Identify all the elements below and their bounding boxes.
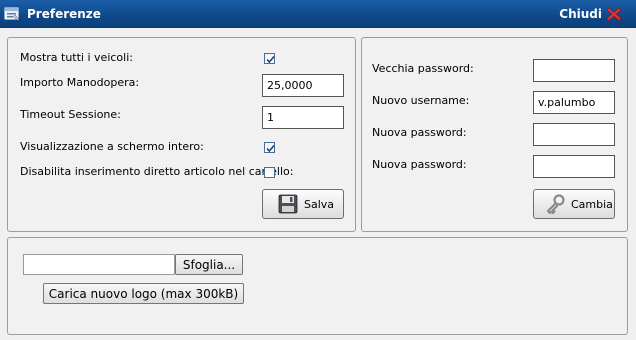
checkmark-icon [266,144,275,153]
logo-file-input[interactable] [23,254,175,275]
close-button[interactable]: Chiudi [559,6,622,22]
window-title: Preferenze [27,7,101,21]
change-button[interactable]: Cambia [533,189,615,219]
window-titlebar: Preferenze Chiudi [0,0,636,28]
new-username-label: Nuovo username: [372,94,470,107]
change-button-label: Cambia [571,197,613,211]
red-x-icon [606,7,622,21]
show-all-vehicles-label: Mostra tutti i veicoli: [20,51,133,64]
show-all-vehicles-checkbox[interactable] [264,53,275,64]
new-password-input[interactable] [533,123,615,146]
upload-logo-button[interactable]: Carica nuovo logo (max 300kB) [43,283,244,304]
session-timeout-input[interactable]: 1 [262,106,344,129]
labor-cost-input[interactable]: 25,0000 [262,74,344,97]
key-icon [546,194,565,215]
window-settings-icon [4,7,20,21]
logo-upload-panel: Sfoglia... Carica nuovo logo (max 300kB) [7,237,628,335]
browse-button[interactable]: Sfoglia... [175,254,243,275]
preferences-content: Mostra tutti i veicoli: Importo Manodope… [0,28,636,340]
confirm-password-input[interactable] [533,155,615,178]
checkmark-icon [266,55,275,64]
new-username-input[interactable]: v.palumbo [533,91,615,114]
fullscreen-label: Visualizzazione a schermo intero: [20,140,204,153]
save-button[interactable]: Salva [262,189,344,219]
confirm-password-label: Nuova password: [372,158,467,171]
old-password-input[interactable] [533,59,615,82]
labor-cost-label: Importo Manodopera: [20,76,140,89]
new-password-label: Nuova password: [372,126,467,139]
general-preferences-panel: Mostra tutti i veicoli: Importo Manodope… [7,37,356,232]
account-panel: Vecchia password: Nuovo username: v.palu… [361,37,628,232]
disable-direct-insert-label: Disabilita inserimento diretto articolo … [20,165,294,178]
floppy-disk-icon [278,194,298,214]
save-button-label: Salva [304,197,335,211]
close-label: Chiudi [559,7,602,21]
disable-direct-insert-checkbox[interactable] [264,167,275,178]
old-password-label: Vecchia password: [372,62,474,75]
fullscreen-checkbox[interactable] [264,142,275,153]
session-timeout-label: Timeout Sessione: [20,108,121,121]
